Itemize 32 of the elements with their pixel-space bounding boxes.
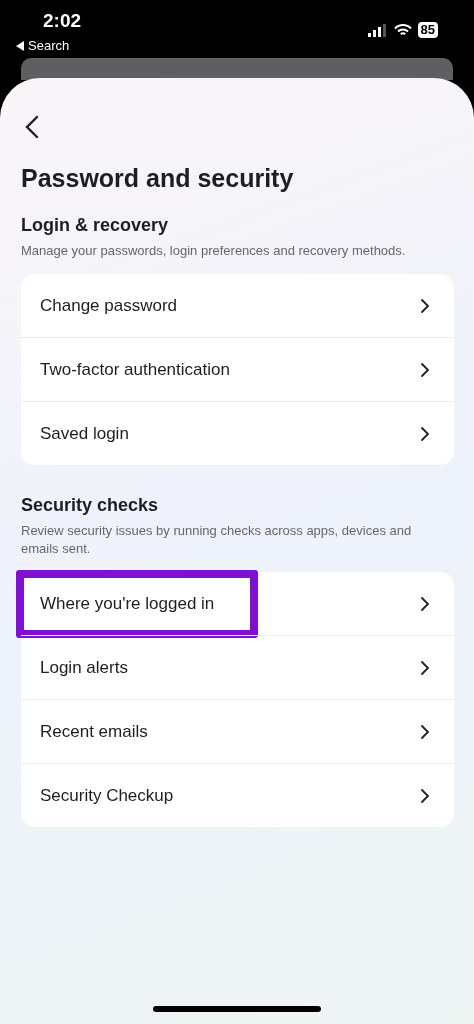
signal-icon [367, 23, 388, 37]
settings-item[interactable]: Recent emails [21, 699, 454, 763]
back-to-app-link[interactable]: Search [16, 38, 70, 53]
chevron-icon [420, 595, 430, 612]
item-label: Security Checkup [40, 785, 174, 806]
chevron-icon [420, 425, 430, 442]
section-description: Manage your passwords, login preferences and recovery methods. [21, 242, 407, 260]
chevron-icon [420, 787, 430, 804]
item-label: Two-factor authentication [40, 359, 230, 380]
status-time: 2:02 [43, 10, 82, 32]
back-triangle-icon [16, 40, 24, 51]
settings-item[interactable]: Two-factor authentication [21, 337, 454, 401]
item-label: Saved login [40, 423, 129, 444]
section-description: Review security issues by running checks across apps, devices and emails sent. [21, 522, 413, 558]
item-label: Login alerts [40, 657, 128, 678]
settings-item[interactable]: Login alerts [21, 635, 454, 699]
chevron-icon [420, 361, 430, 378]
settings-item[interactable]: Where you're logged in [21, 572, 454, 635]
item-label: Where you're logged in [40, 593, 215, 614]
section-heading: Security checks [21, 495, 160, 516]
settings-item[interactable]: Security Checkup [21, 763, 454, 827]
page-title: Password and security [21, 164, 295, 193]
settings-item[interactable]: Saved login [21, 401, 454, 465]
item-label: Change password [40, 295, 178, 316]
wifi-icon [393, 23, 412, 37]
chevron-icon [420, 659, 430, 676]
chevron-icon [420, 723, 430, 740]
item-label: Recent emails [40, 721, 148, 742]
section-heading: Login & recovery [21, 215, 170, 236]
battery-level: 85 [417, 22, 438, 38]
chevron-icon [420, 297, 430, 314]
settings-item[interactable]: Change password [21, 274, 454, 337]
